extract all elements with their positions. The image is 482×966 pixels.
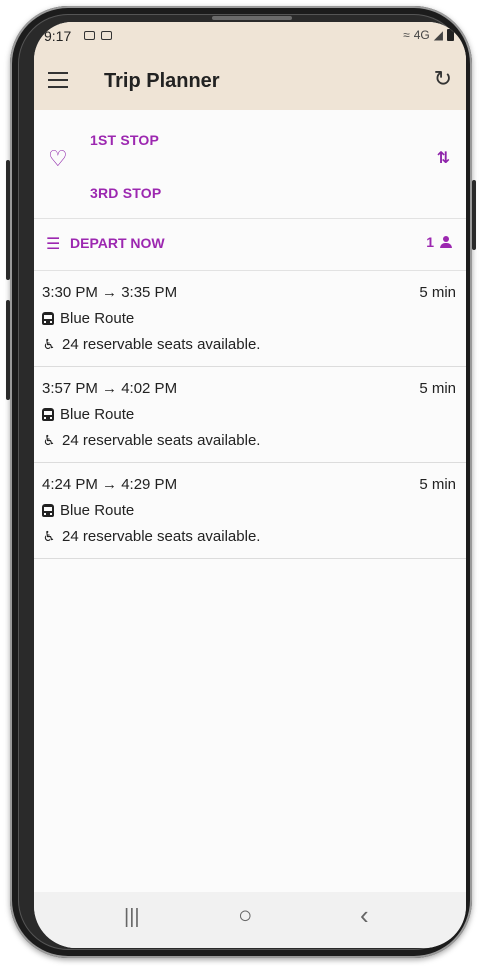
trip-route: Blue Route [42, 406, 134, 423]
passenger-count: 1 [426, 234, 434, 250]
bus-icon [42, 312, 54, 325]
signal-icon: ◢ [433, 28, 443, 42]
trip-list: 3:30 PM → 3:35 PM 5 min Blue Route ♿ 24 … [34, 271, 466, 559]
seats-text: 24 reservable seats available. [62, 432, 261, 449]
system-nav-bar: ||| ○ ‹ [34, 892, 466, 948]
bus-icon [42, 408, 54, 421]
trip-row[interactable]: 3:57 PM → 4:02 PM 5 min Blue Route ♿ 24 … [34, 367, 466, 463]
trip-duration: 5 min [419, 284, 456, 301]
route-name: Blue Route [60, 502, 135, 519]
phone-speaker [212, 16, 292, 20]
trip-row[interactable]: 3:30 PM → 3:35 PM 5 min Blue Route ♿ 24 … [34, 271, 466, 367]
refresh-icon[interactable]: ↻ [434, 66, 452, 92]
volume-button [6, 160, 10, 280]
trip-options-bar: ☰ DEPART NOW 1 [34, 218, 466, 271]
seats-text: 24 reservable seats available. [62, 336, 261, 353]
trip-duration: 5 min [419, 380, 456, 397]
route-name: Blue Route [60, 310, 135, 327]
power-button [472, 180, 476, 250]
trip-route: Blue Route [42, 310, 134, 327]
trip-row[interactable]: 4:24 PM → 4:29 PM 5 min Blue Route ♿ 24 … [34, 463, 466, 559]
bus-icon [42, 504, 54, 517]
person-icon [440, 236, 452, 248]
accessible-icon: ♿ [42, 432, 56, 448]
page-title: Trip Planner [104, 70, 220, 92]
status-time: 9:17 [44, 28, 72, 44]
accessible-icon: ♿ [42, 528, 56, 544]
menu-icon[interactable] [48, 72, 68, 88]
status-right: ≈ 4G ◢ [403, 28, 454, 42]
gallery-notification-icon [84, 31, 95, 40]
accessible-icon: ♿ [42, 336, 56, 352]
trip-duration: 5 min [419, 476, 456, 493]
trip-time: 3:57 PM → 4:02 PM [42, 380, 178, 397]
destination-stop[interactable]: 3RD STOP [90, 185, 161, 201]
depart-now-button[interactable]: DEPART NOW [70, 235, 165, 251]
trip-seats: ♿ 24 reservable seats available. [42, 528, 261, 545]
trip-route: Blue Route [42, 502, 134, 519]
bixby-button [6, 300, 10, 400]
back-button[interactable]: ‹ [360, 900, 369, 931]
status-bar: 9:17 ≈ 4G ◢ [34, 22, 466, 52]
passenger-count-button[interactable]: 1 [426, 234, 452, 250]
app-notification-icon [101, 31, 112, 40]
phone-screen: 9:17 ≈ 4G ◢ Trip Planner ↻ ♡ 1ST STOP 3R… [34, 22, 466, 948]
seats-text: 24 reservable seats available. [62, 528, 261, 545]
home-button[interactable]: ○ [238, 902, 253, 930]
stops-panel: ♡ 1ST STOP 3RD STOP ⇅ [34, 110, 466, 219]
trip-seats: ♿ 24 reservable seats available. [42, 432, 261, 449]
route-name: Blue Route [60, 406, 135, 423]
wifi-icon: ≈ [403, 28, 410, 42]
heart-icon[interactable]: ♡ [48, 146, 68, 172]
swap-icon[interactable]: ⇅ [437, 148, 450, 168]
trip-time: 3:30 PM → 3:35 PM [42, 284, 178, 301]
battery-icon [447, 29, 454, 41]
trip-seats: ♿ 24 reservable seats available. [42, 336, 261, 353]
origin-stop[interactable]: 1ST STOP [90, 132, 159, 148]
trip-time: 4:24 PM → 4:29 PM [42, 476, 178, 493]
network-type: 4G [413, 28, 430, 42]
tune-icon[interactable]: ☰ [46, 234, 60, 254]
recents-button[interactable]: ||| [124, 906, 140, 929]
app-bar: Trip Planner ↻ [34, 52, 466, 110]
